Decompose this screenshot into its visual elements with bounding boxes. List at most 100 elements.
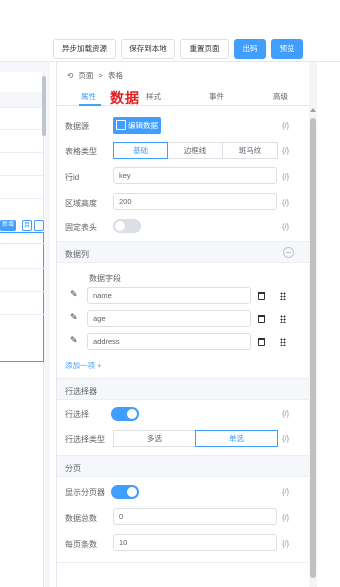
row-select-type-single[interactable]: 单选 — [195, 430, 278, 447]
area-height-fx-button[interactable]: {/} — [282, 198, 289, 207]
tab-advanced[interactable]: 高级 — [273, 91, 288, 102]
canvas-action-icon[interactable]: 目 — [22, 220, 32, 231]
row-select-toggle[interactable] — [111, 407, 139, 421]
tab-events[interactable]: 事件 — [209, 91, 224, 102]
show-pager-label: 显示分页器 — [65, 488, 105, 497]
row-id-label: 行id — [65, 173, 80, 182]
edit-field-address-icon[interactable]: ✎ — [70, 335, 78, 346]
table-type-fx-button[interactable]: {/} — [282, 146, 289, 155]
total-count-label: 数据总数 — [65, 514, 97, 523]
toggle-knob — [127, 409, 137, 419]
edit-data-label: 编辑数据 — [128, 121, 158, 130]
canvas-page: 新增 目 — [0, 72, 44, 587]
breadcrumb-home-icon[interactable]: ⟲ — [67, 71, 73, 80]
field-name-input[interactable]: name — [87, 287, 251, 304]
property-panel: ⟲ 页面 > 表格 属性 样式 事件 高级 数据 数据源 编辑数据 {/} 表格… — [56, 62, 310, 587]
panel-bottom-divider — [57, 562, 310, 587]
field-address-input[interactable]: address — [87, 333, 251, 350]
fixed-header-toggle[interactable] — [113, 219, 141, 233]
total-count-input[interactable]: 0 — [113, 508, 277, 525]
field-age-input[interactable]: age — [87, 310, 251, 327]
area-height-label: 区域高度 — [65, 199, 97, 208]
delete-field-name-icon[interactable] — [258, 292, 265, 300]
row-select-type-radio-group: 多选 单选 — [113, 430, 278, 447]
export-code-button[interactable]: 出码 — [234, 39, 266, 59]
columns-section-title: 数据列 — [65, 250, 89, 259]
edit-field-name-icon[interactable]: ✎ — [70, 289, 78, 300]
page-size-input[interactable]: 10 — [113, 534, 277, 551]
show-pager-fx-button[interactable]: {/} — [282, 487, 289, 496]
table-type-border[interactable]: 边框线 — [167, 142, 223, 159]
row-id-input[interactable]: key — [113, 167, 277, 184]
canvas-divider — [0, 268, 44, 269]
delete-field-age-icon[interactable] — [258, 315, 265, 323]
tab-properties[interactable]: 属性 — [81, 91, 96, 102]
top-toolbar: 异步加载资源 保存到本地 重置页面 出码 预览 — [0, 0, 340, 62]
canvas-action-button[interactable]: 新增 — [0, 220, 17, 231]
tab-style[interactable]: 样式 — [146, 91, 161, 102]
scroll-thumb[interactable] — [310, 118, 316, 578]
design-canvas[interactable]: 新增 目 — [0, 62, 50, 587]
columns-section-header[interactable]: 数据列 — [57, 241, 310, 263]
canvas-divider — [0, 129, 44, 130]
preview-button[interactable]: 预览 — [271, 39, 303, 59]
canvas-divider — [0, 314, 44, 315]
fixed-header-label: 固定表头 — [65, 223, 97, 232]
table-type-basic[interactable]: 基础 — [113, 142, 168, 159]
canvas-scrollbar[interactable] — [42, 76, 46, 136]
drag-field-name-icon[interactable] — [280, 292, 286, 300]
selected-table-component[interactable] — [0, 232, 44, 362]
datasource-fx-button[interactable]: {/} — [282, 121, 289, 130]
page-size-label: 每页条数 — [65, 540, 97, 549]
selected-toolbar: 新增 目 — [0, 220, 44, 232]
drag-field-age-icon[interactable] — [280, 315, 286, 323]
table-type-label: 表格类型 — [65, 147, 97, 156]
row-select-type-label: 行选择类型 — [65, 435, 105, 444]
scroll-up-arrow-icon[interactable] — [310, 108, 316, 112]
property-tabs: 属性 样式 事件 高级 — [57, 84, 310, 106]
toggle-knob — [115, 221, 125, 231]
delete-field-address-icon[interactable] — [258, 338, 265, 346]
drag-field-address-icon[interactable] — [280, 338, 286, 346]
area-height-input[interactable]: 200 — [113, 193, 277, 210]
canvas-delete-icon[interactable] — [34, 220, 44, 231]
canvas-divider — [0, 152, 44, 153]
canvas-divider — [0, 175, 44, 176]
row-selector-section-title: 行选择器 — [65, 387, 97, 396]
canvas-divider — [0, 291, 44, 292]
toggle-knob — [127, 487, 137, 497]
canvas-table-header — [0, 92, 44, 108]
page-size-fx-button[interactable]: {/} — [282, 539, 289, 548]
panel-scrollbar[interactable] — [309, 62, 317, 587]
annotation-label: 数据 — [110, 90, 140, 106]
breadcrumb-separator: > — [98, 71, 103, 80]
save-local-button[interactable]: 保存到本地 — [121, 39, 175, 59]
row-id-fx-button[interactable]: {/} — [282, 172, 289, 181]
async-load-resources-button[interactable]: 异步加载资源 — [53, 39, 116, 59]
breadcrumb: ⟲ 页面 > 表格 — [67, 70, 126, 81]
row-select-label: 行选择 — [65, 410, 89, 419]
breadcrumb-current: 表格 — [107, 71, 123, 80]
row-select-type-fx-button[interactable]: {/} — [282, 434, 289, 443]
table-type-radio-group: 基础 边框线 斑马纹 — [113, 142, 278, 159]
reset-page-button[interactable]: 重置页面 — [180, 39, 229, 59]
total-count-fx-button[interactable]: {/} — [282, 513, 289, 522]
data-field-header: 数据字段 — [89, 274, 121, 283]
datasource-label: 数据源 — [65, 122, 89, 131]
fixed-header-fx-button[interactable]: {/} — [282, 222, 289, 231]
row-selector-section-header[interactable]: 行选择器 — [57, 378, 310, 400]
row-select-type-multiple[interactable]: 多选 — [113, 430, 196, 447]
row-select-fx-button[interactable]: {/} — [282, 409, 289, 418]
show-pager-toggle[interactable] — [111, 485, 139, 499]
canvas-divider — [0, 243, 44, 244]
pagination-section-title: 分页 — [65, 464, 81, 473]
collapse-icon[interactable] — [283, 247, 294, 258]
table-type-stripe[interactable]: 斑马纹 — [222, 142, 278, 159]
edit-data-button[interactable]: 编辑数据 — [113, 117, 161, 134]
active-tab-indicator — [79, 104, 101, 106]
pagination-section-header[interactable]: 分页 — [57, 455, 310, 477]
edit-icon — [116, 120, 126, 130]
breadcrumb-root[interactable]: 页面 — [78, 71, 93, 80]
add-item-link[interactable]: 添加一项 + — [65, 360, 101, 371]
edit-field-age-icon[interactable]: ✎ — [70, 312, 78, 323]
